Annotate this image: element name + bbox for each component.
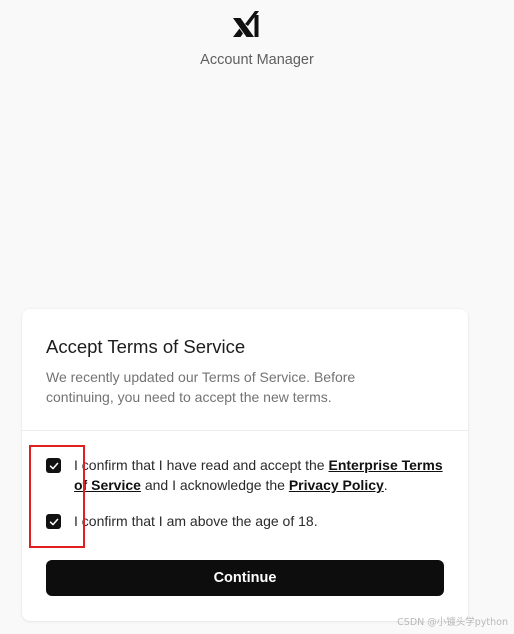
checkmark-icon (49, 518, 58, 525)
terms-checkbox-label: I confirm that I have read and accept th… (74, 455, 454, 495)
age-checkbox[interactable] (46, 514, 61, 529)
age-checkbox-row: I confirm that I am above the age of 18. (46, 511, 454, 531)
app-name: Account Manager (200, 52, 314, 68)
terms-card: Accept Terms of Service We recently upda… (22, 309, 468, 621)
age-checkbox-label: I confirm that I am above the age of 18. (74, 513, 318, 529)
divider (22, 430, 468, 431)
card-title: Accept Terms of Service (46, 336, 246, 357)
continue-button[interactable]: Continue (46, 560, 444, 596)
terms-text-after: . (383, 477, 388, 493)
terms-checkbox[interactable] (46, 458, 61, 473)
privacy-policy-link[interactable]: Privacy Policy (289, 477, 384, 493)
terms-text-before: I confirm that I have read and accept th… (74, 457, 329, 473)
terms-checkbox-row: I confirm that I have read and accept th… (46, 455, 454, 495)
watermark: CSDN @小镀头学python (397, 617, 508, 628)
xai-logo-icon (233, 11, 259, 37)
checkmark-icon (49, 462, 58, 469)
card-description: We recently updated our Terms of Service… (46, 369, 356, 405)
terms-text-middle: and I acknowledge the (140, 477, 289, 493)
